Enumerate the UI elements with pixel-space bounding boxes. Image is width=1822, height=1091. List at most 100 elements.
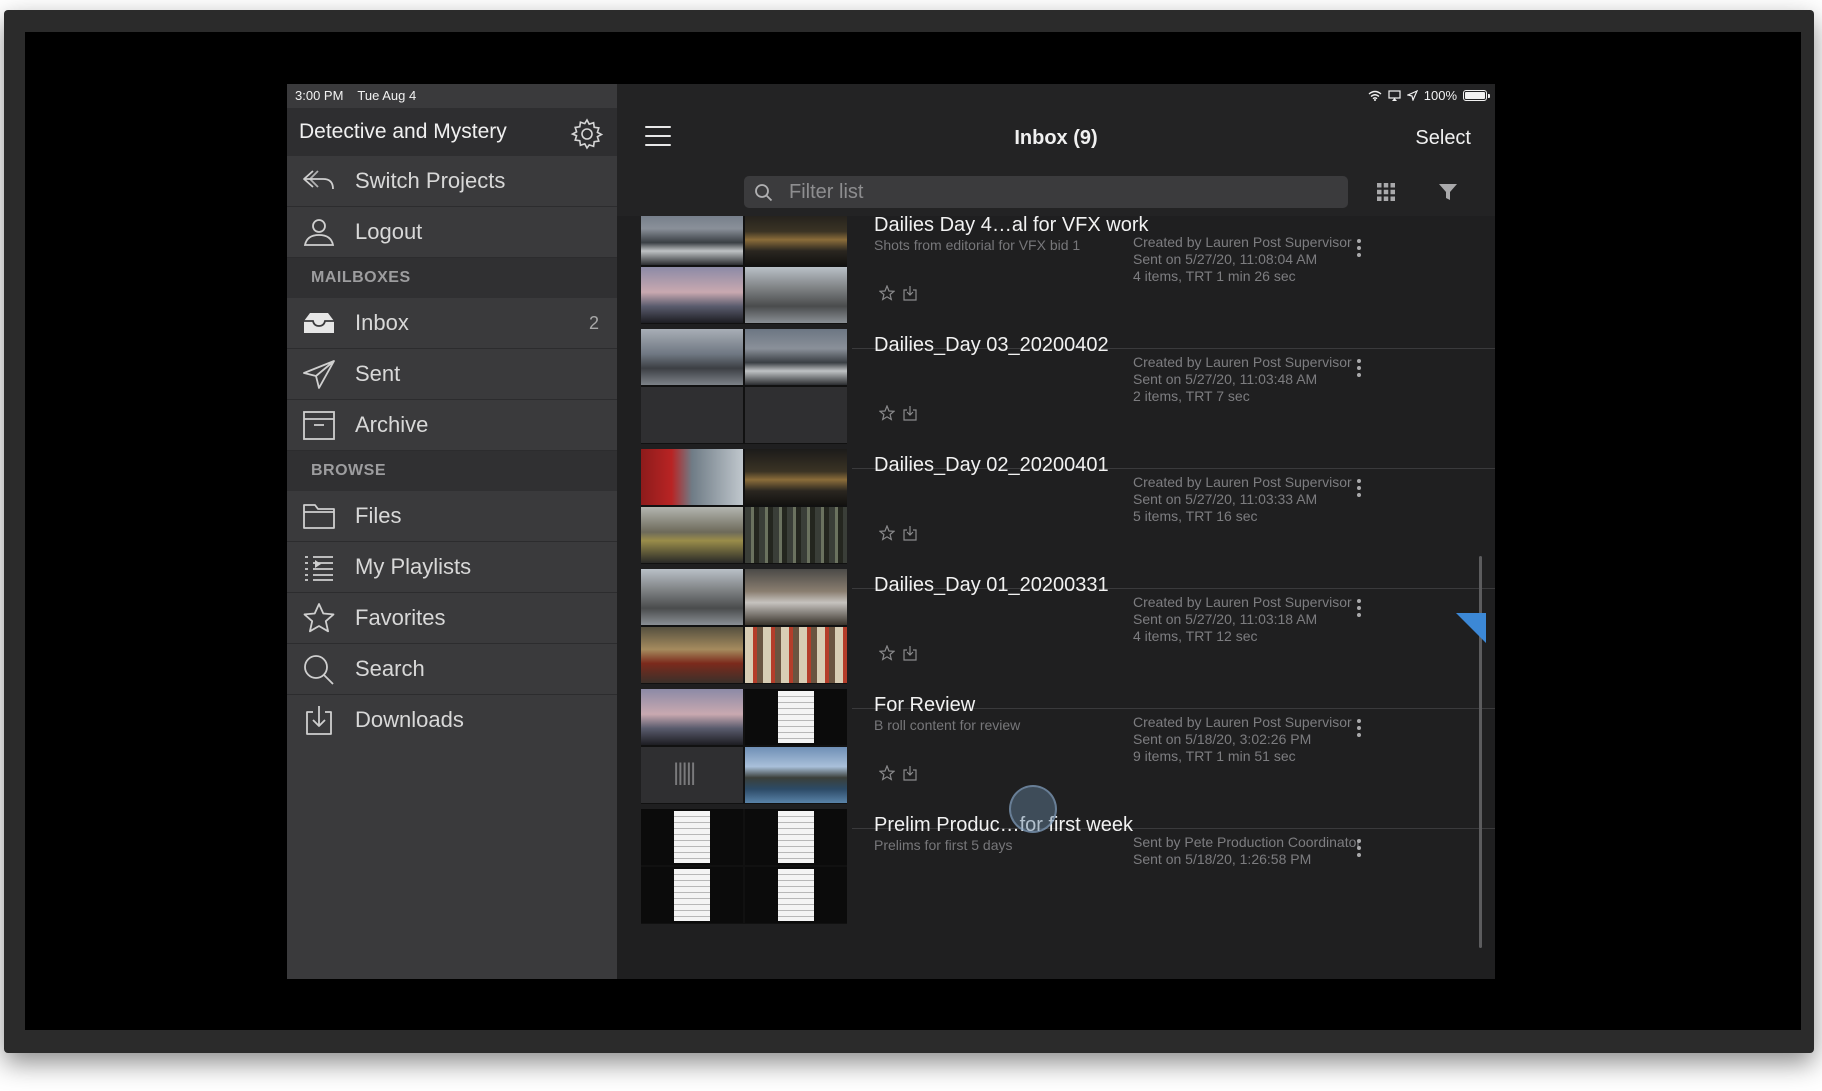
item-creator: Sent by Pete Production Coordinator: [1133, 834, 1362, 850]
mailboxes-header-label: MAILBOXES: [311, 269, 411, 286]
main-panel: 100% Inbox (9) Select Filter list Dailie…: [617, 84, 1495, 979]
sidebar-item-archive[interactable]: Archive: [287, 400, 617, 451]
download-icon[interactable]: [903, 645, 917, 661]
item-meta: Sent by Pete Production Coordinator Sent…: [1133, 834, 1361, 868]
status-time: 3:00 PM: [295, 88, 344, 103]
sidebar-item-files[interactable]: Files: [287, 491, 617, 542]
filter-input[interactable]: Filter list: [744, 176, 1348, 208]
item-meta: Created by Lauren Post Supervisor Sent o…: [1133, 714, 1352, 765]
more-options-icon[interactable]: [1356, 599, 1362, 621]
sidebar-item-downloads[interactable]: Downloads: [287, 695, 617, 746]
more-options-icon[interactable]: [1356, 359, 1362, 381]
star-icon[interactable]: [879, 285, 895, 301]
item-meta: Created by Lauren Post Supervisor Sent o…: [1133, 354, 1352, 405]
item-summary: 2 items, TRT 7 sec: [1133, 388, 1250, 404]
thumbnail-grid: [641, 216, 847, 324]
thumbnail: [641, 329, 743, 385]
sidebar-item-inbox[interactable]: Inbox 2: [287, 298, 617, 349]
document-thumbnail: [778, 869, 814, 921]
inbox-count-badge: 2: [588, 313, 599, 333]
thumbnail-grid: [641, 449, 847, 564]
paper-plane-icon: [303, 360, 335, 389]
download-icon[interactable]: [903, 765, 917, 781]
thumbnail: [641, 867, 743, 923]
download-icon: [306, 706, 332, 735]
thumbnail: [745, 747, 847, 803]
project-header: Detective and Mystery: [287, 108, 617, 156]
item-title: Dailies_Day 01_20200331: [874, 574, 1109, 596]
filter-funnel-icon[interactable]: [1437, 181, 1459, 203]
thumbnail: [641, 267, 743, 323]
airplay-icon: [1388, 90, 1401, 101]
sidebar-item-downloads-label: Downloads: [355, 707, 464, 732]
switch-projects-button[interactable]: Switch Projects: [287, 156, 617, 207]
download-icon[interactable]: [903, 405, 917, 421]
user-icon: [303, 219, 335, 246]
inbox-list: Dailies Day 4…al for VFX work Shots from…: [617, 216, 1495, 979]
thumbnail: [641, 569, 743, 625]
list-item[interactable]: Dailies_Day 01_20200331 Created by Laure…: [617, 569, 1495, 709]
item-meta: Created by Lauren Post Supervisor Sent o…: [1133, 234, 1352, 285]
thumbnail: [641, 387, 743, 443]
list-item[interactable]: Dailies_Day 02_20200401 Created by Laure…: [617, 449, 1495, 589]
grid-view-icon[interactable]: [1375, 181, 1397, 203]
battery-icon: [1463, 90, 1490, 101]
gear-icon[interactable]: [569, 116, 605, 152]
thumbnail: |||||: [641, 747, 743, 803]
inbox-icon: [304, 313, 334, 333]
sidebar-item-sent-label: Sent: [355, 361, 401, 386]
item-title: For Review: [874, 694, 976, 716]
star-icon[interactable]: [879, 765, 895, 781]
list-item[interactable]: Dailies_Day 03_20200402 Created by Laure…: [617, 329, 1495, 469]
filter-placeholder: Filter list: [789, 181, 864, 203]
thumbnail: [745, 267, 847, 323]
touch-indicator: [1009, 785, 1057, 833]
ipad-screen: 3:00 PM Tue Aug 4 Detective and Mystery S…: [287, 84, 1495, 979]
more-options-icon[interactable]: [1356, 719, 1362, 741]
thumbnail-grid: [641, 569, 847, 684]
item-subtitle: Prelims for first 5 days: [874, 837, 1013, 853]
unread-marker-triangle: [1456, 613, 1486, 643]
thumbnail: [641, 507, 743, 563]
star-icon[interactable]: [879, 405, 895, 421]
document-thumbnail: [778, 691, 814, 743]
sidebar-item-search[interactable]: Search: [287, 644, 617, 695]
search-icon: [755, 184, 773, 202]
download-icon[interactable]: [903, 285, 917, 301]
item-sent-date: Sent on 5/27/20, 11:03:18 AM: [1133, 611, 1318, 627]
playlist-icon: [305, 556, 333, 581]
more-options-icon[interactable]: [1356, 839, 1362, 861]
list-item[interactable]: Prelim Produc…for first week Prelims for…: [617, 809, 1495, 949]
star-icon[interactable]: [879, 525, 895, 541]
thumbnail: [745, 216, 847, 265]
item-subtitle: Shots from editorial for VFX bid 1: [874, 237, 1081, 253]
item-sent-date: Sent on 5/18/20, 3:02:26 PM: [1133, 731, 1312, 747]
thumbnail: [745, 627, 847, 683]
sidebar-item-my-playlists-label: My Playlists: [355, 554, 472, 579]
logout-label: Logout: [355, 219, 423, 244]
project-title: Detective and Mystery: [299, 120, 507, 143]
item-summary: 4 items, TRT 12 sec: [1133, 628, 1258, 644]
more-options-icon[interactable]: [1356, 239, 1362, 261]
sidebar-item-sent[interactable]: Sent: [287, 349, 617, 400]
sidebar-item-archive-label: Archive: [355, 412, 429, 437]
status-bar-right: 100%: [1368, 88, 1490, 103]
item-subtitle: B roll content for review: [874, 717, 1021, 733]
item-sent-date: Sent on 5/27/20, 11:03:33 AM: [1133, 491, 1318, 507]
sidebar-item-my-playlists[interactable]: My Playlists: [287, 542, 617, 593]
select-button[interactable]: Select: [1415, 127, 1471, 150]
thumbnail-grid: [641, 329, 847, 444]
logout-button[interactable]: Logout: [287, 207, 617, 258]
sidebar-item-favorites[interactable]: Favorites: [287, 593, 617, 644]
status-bar-left: 3:00 PM Tue Aug 4: [295, 88, 416, 103]
star-icon[interactable]: [879, 645, 895, 661]
thumbnail: [641, 689, 743, 745]
item-sent-date: Sent on 5/27/20, 11:03:48 AM: [1133, 371, 1318, 387]
item-summary: 5 items, TRT 16 sec: [1133, 508, 1258, 524]
more-options-icon[interactable]: [1356, 479, 1362, 501]
download-icon[interactable]: [903, 525, 917, 541]
thumbnail: [745, 449, 847, 505]
thumbnail-grid: [641, 809, 847, 924]
star-icon: [303, 603, 335, 633]
document-thumbnail: [778, 811, 814, 863]
